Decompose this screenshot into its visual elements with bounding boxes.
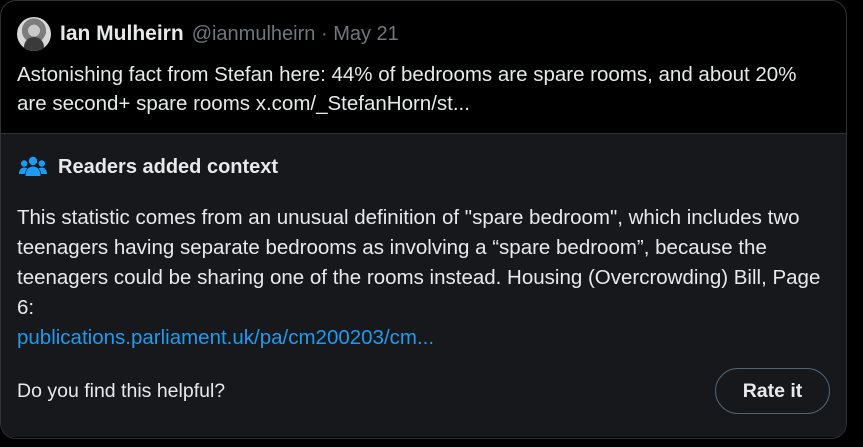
helpful-question: Do you find this helpful? xyxy=(17,379,226,402)
community-note-card: Ian Mulheirn @ianmulheirn · May 21 Aston… xyxy=(0,0,847,439)
context-title: Readers added context xyxy=(58,155,279,178)
author-name[interactable]: Ian Mulheirn xyxy=(60,22,184,46)
context-source-link[interactable]: publications.parliament.uk/pa/cm200203/c… xyxy=(17,323,830,353)
tweet-text: Astonishing fact from Stefan here: 44% o… xyxy=(17,63,797,115)
meta-separator: · xyxy=(320,22,328,45)
context-header: Readers added context xyxy=(17,152,830,182)
author-handle[interactable]: @ianmulheirn xyxy=(192,23,316,45)
rate-it-button[interactable]: Rate it xyxy=(715,368,830,414)
quoted-tweet[interactable]: Ian Mulheirn @ianmulheirn · May 21 Aston… xyxy=(1,1,846,134)
people-group-icon xyxy=(19,156,47,176)
helpful-row: Do you find this helpful? Rate it xyxy=(17,367,830,415)
tweet-date[interactable]: May 21 xyxy=(333,23,399,45)
readers-context-panel: Readers added context This statistic com… xyxy=(1,134,846,437)
context-body: This statistic comes from an unusual def… xyxy=(17,206,821,319)
avatar[interactable] xyxy=(17,17,51,51)
tweet-header: Ian Mulheirn @ianmulheirn · May 21 xyxy=(17,17,830,51)
author-meta: @ianmulheirn · May 21 xyxy=(192,23,399,46)
